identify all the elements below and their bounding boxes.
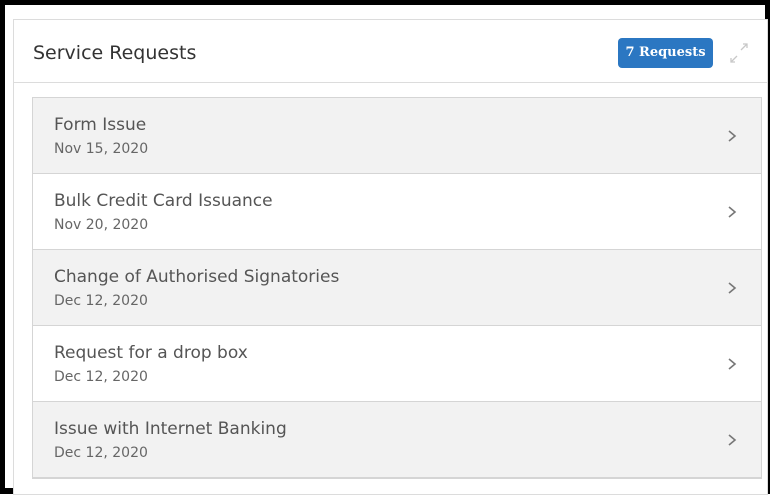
list-item[interactable]: Issue with Internet Banking Dec 12, 2020 [33,402,761,478]
requests-list: Form Issue Nov 15, 2020 Bulk Credit Card… [32,97,762,479]
request-date: Dec 12, 2020 [54,369,148,385]
widget-title: Service Requests [33,42,197,64]
window-frame: Service Requests 7 Requests Form Issue N… [0,0,770,495]
service-requests-widget: Service Requests 7 Requests Form Issue N… [13,19,768,495]
requests-count-badge[interactable]: 7 Requests [618,38,713,68]
request-title: Bulk Credit Card Issuance [54,191,273,211]
request-date: Dec 12, 2020 [54,445,148,461]
widget-header: Service Requests 7 Requests [14,20,767,83]
list-item[interactable]: Change of Authorised Signatories Dec 12,… [33,250,761,326]
request-date: Nov 20, 2020 [54,217,149,233]
expand-icon[interactable] [727,43,751,63]
list-item[interactable]: Form Issue Nov 15, 2020 [33,98,761,174]
list-item[interactable]: Bulk Credit Card Issuance Nov 20, 2020 [33,174,761,250]
chevron-right-icon[interactable] [727,432,737,446]
chevron-right-icon[interactable] [727,280,737,294]
request-title: Request for a drop box [54,343,248,363]
list-item[interactable]: Request for a drop box Dec 12, 2020 [33,326,761,402]
request-title: Issue with Internet Banking [54,419,287,439]
request-date: Nov 15, 2020 [54,141,149,157]
chevron-right-icon[interactable] [727,356,737,370]
request-date: Dec 12, 2020 [54,293,148,309]
request-title: Form Issue [54,115,147,135]
request-title: Change of Authorised Signatories [54,267,340,287]
chevron-right-icon[interactable] [727,204,737,218]
chevron-right-icon[interactable] [727,128,737,142]
